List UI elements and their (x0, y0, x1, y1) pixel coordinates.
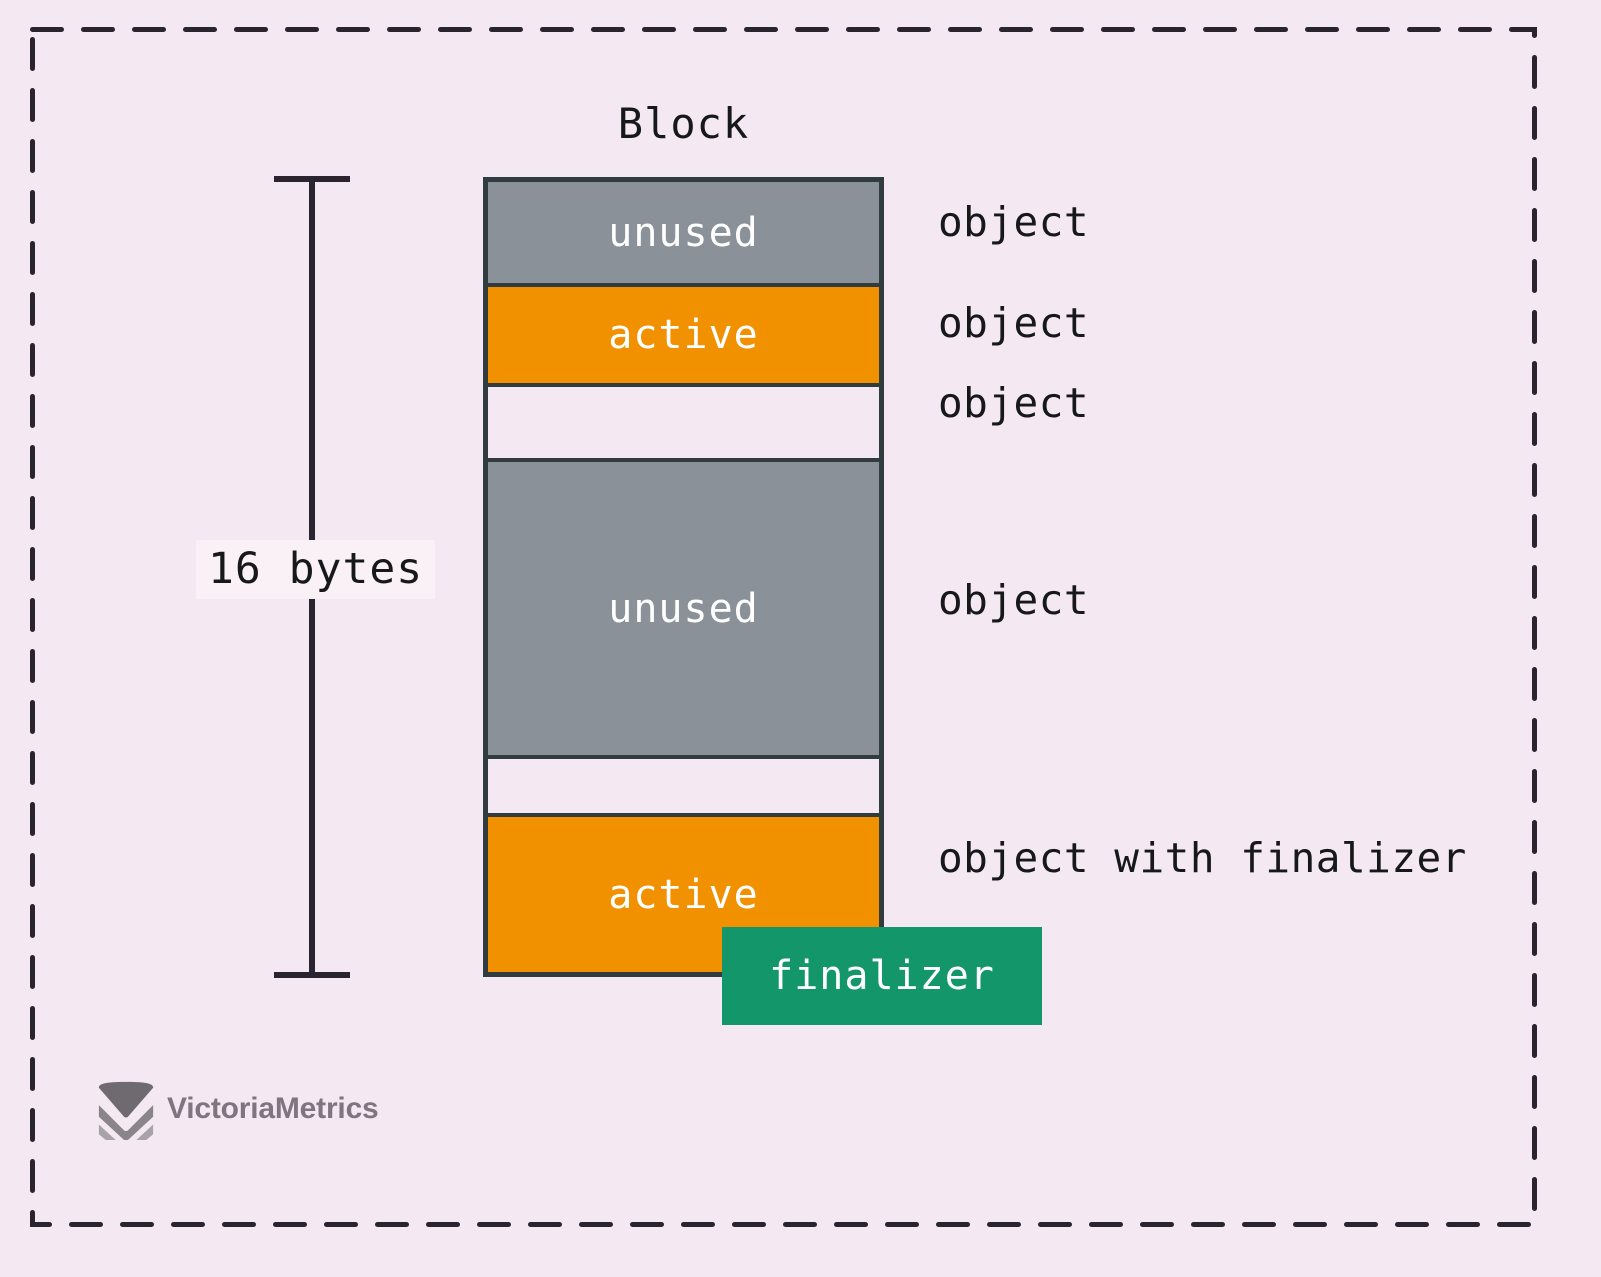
row-label-object-4: object (938, 576, 1090, 624)
brand-logo: VictoriaMetrics (95, 1078, 379, 1140)
segment-label: active (608, 871, 759, 918)
finalizer-label: finalizer (769, 953, 995, 999)
segment-label: unused (608, 585, 759, 632)
dimension-label: 16 bytes (196, 540, 436, 600)
row-label-object-with-finalizer: object with finalizer (938, 834, 1467, 882)
block-segment-free-1 (488, 383, 879, 458)
victoriametrics-chevron-icon (98, 1081, 154, 1140)
memory-block: unused active unused active (483, 177, 884, 977)
segment-label: active (608, 312, 759, 358)
block-title: Block (617, 99, 750, 148)
brand-name: VictoriaMetrics (167, 1092, 379, 1125)
block-segment-unused-2: unused (488, 458, 879, 755)
row-label-object-2: object (938, 299, 1090, 347)
finalizer-callout: finalizer (722, 927, 1042, 1025)
segment-label: unused (608, 209, 759, 256)
block-segment-unused-1: unused (488, 182, 879, 283)
row-label-object-1: object (938, 198, 1090, 246)
block-segment-active-1: active (488, 283, 879, 383)
block-segment-free-2 (488, 755, 879, 813)
diagram-canvas: Block unused active unused active object… (0, 0, 1601, 1277)
row-label-object-3: object (938, 379, 1090, 427)
